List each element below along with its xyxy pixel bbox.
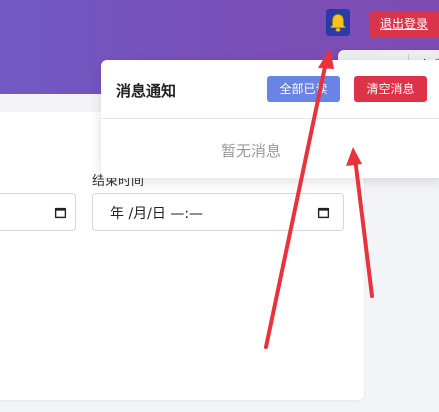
calendar-icon[interactable]: [317, 206, 330, 219]
notification-divider: [101, 118, 439, 119]
mark-all-read-button[interactable]: 全部已读: [267, 76, 340, 102]
end-date-input[interactable]: 年 /月/日 —:—: [92, 193, 344, 231]
calendar-icon[interactable]: [54, 206, 67, 219]
clear-messages-button[interactable]: 清空消息: [354, 76, 427, 102]
app-screen: 结束时间 年 /月/日 —:— 搜索 复制 退出登录 消: [0, 0, 439, 412]
notification-panel-title: 消息通知: [116, 82, 177, 100]
end-date-value: 年 /月/日 —:—: [110, 206, 204, 222]
bell-icon: [330, 13, 346, 32]
empty-notifications-text: 暂无消息: [220, 142, 281, 160]
start-date-input[interactable]: [0, 193, 76, 231]
notification-bell-button[interactable]: [326, 9, 350, 36]
logout-button[interactable]: 退出登录: [369, 11, 439, 38]
notification-panel: 消息通知 全部已读 清空消息 暂无消息: [101, 60, 439, 178]
